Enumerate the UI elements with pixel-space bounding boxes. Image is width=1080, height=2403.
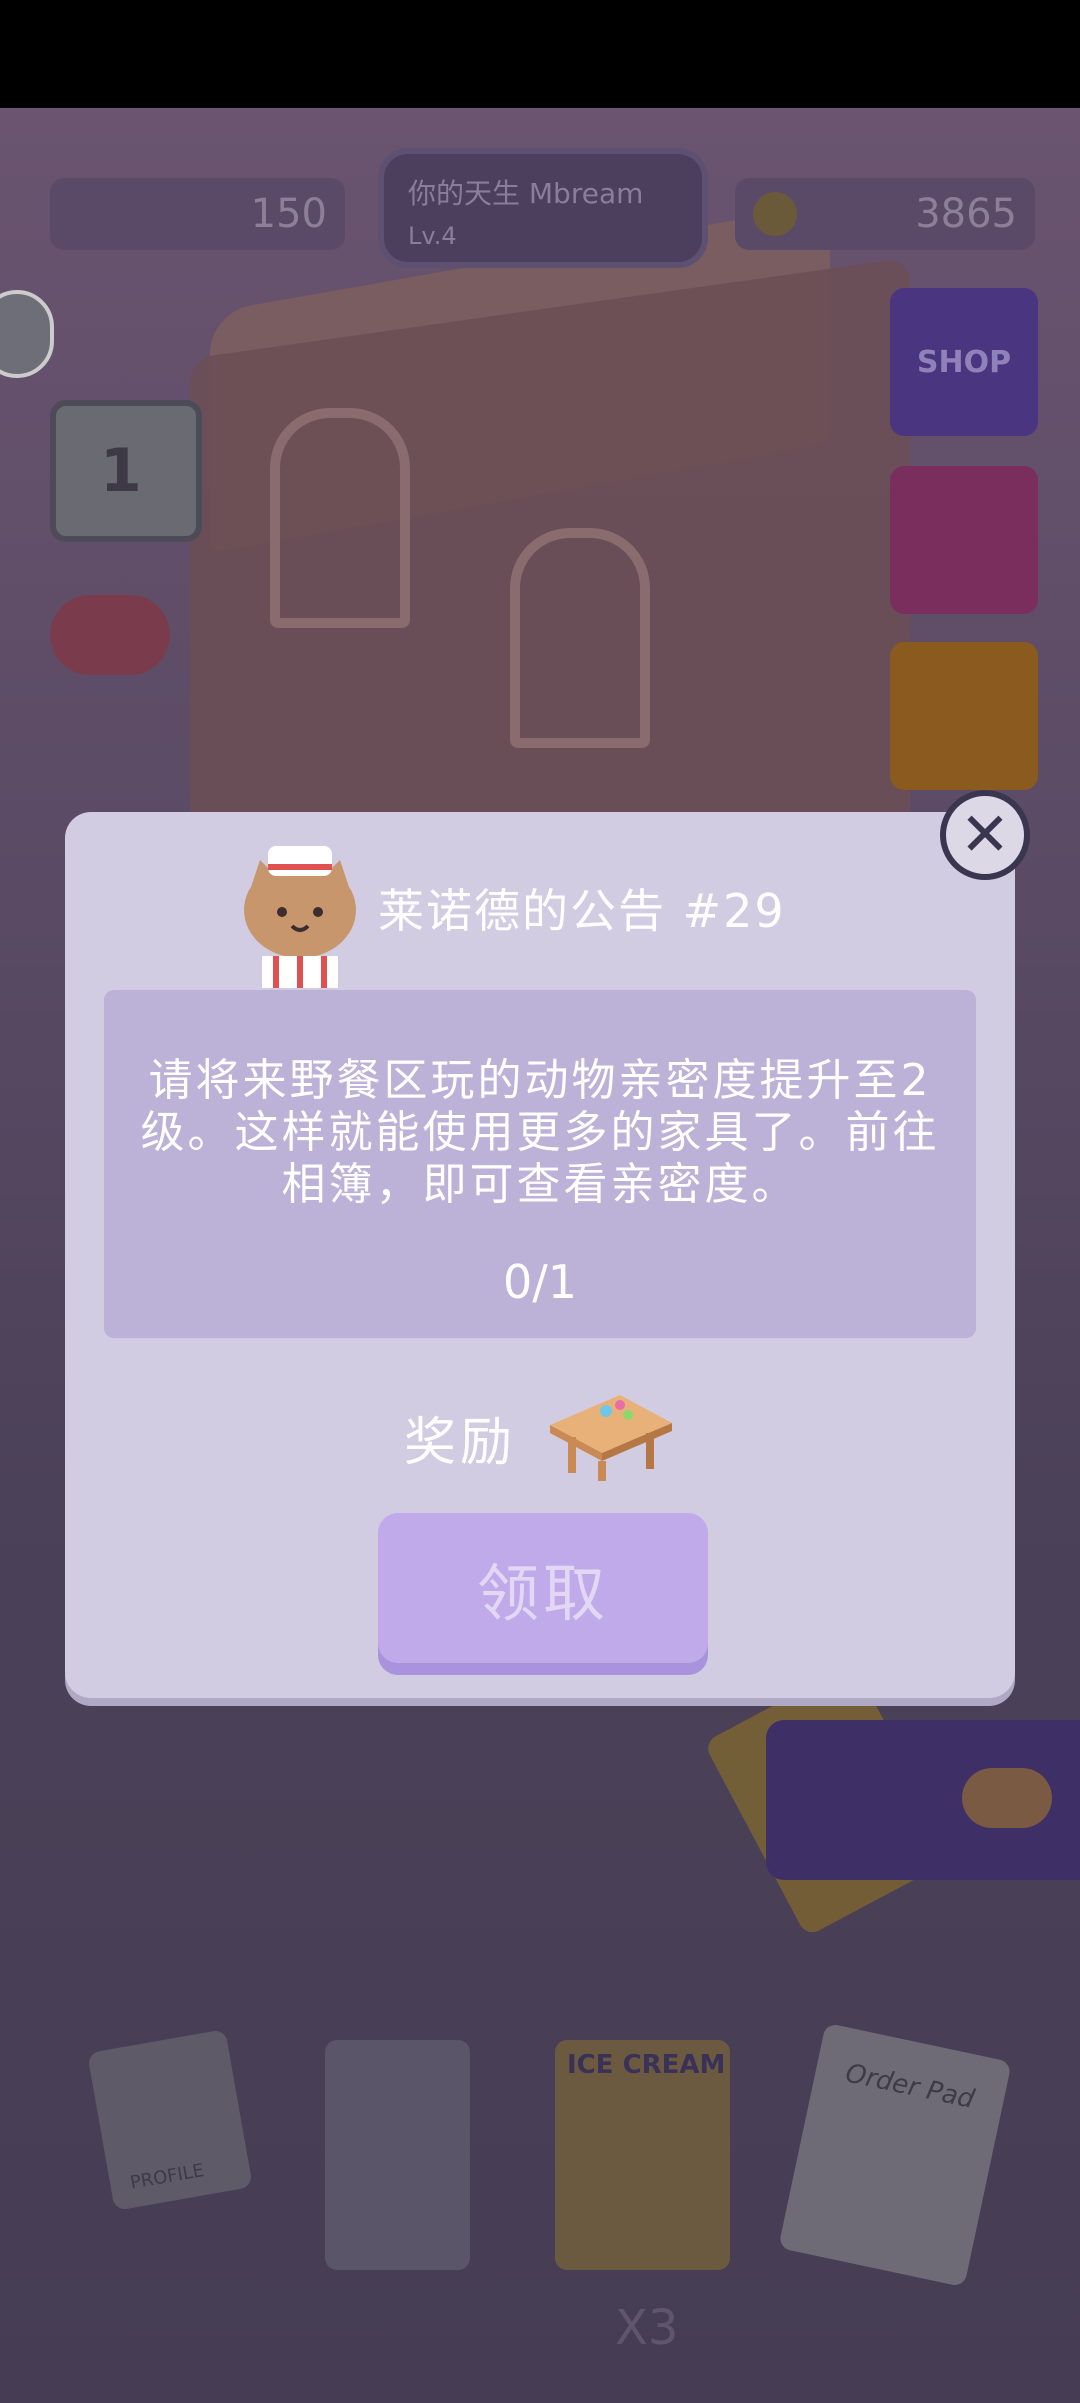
calendar-icon[interactable]: 1 bbox=[50, 400, 202, 542]
order-label: Order Pad bbox=[842, 2058, 977, 2115]
fridge-button[interactable] bbox=[325, 2040, 470, 2270]
reward-label: 奖励 bbox=[404, 1413, 517, 1473]
close-button[interactable]: ✕ bbox=[940, 790, 1030, 880]
picnic-table-icon bbox=[550, 1395, 672, 1481]
shop-button[interactable]: SHOP bbox=[890, 288, 1038, 436]
player-name-plate[interactable]: 你的天生 Mbream Lv.4 bbox=[378, 148, 708, 268]
coin-icon bbox=[753, 192, 797, 236]
coin-count: 3865 bbox=[915, 191, 1017, 237]
profile-label: PROFILE bbox=[128, 2160, 206, 2194]
profile-button[interactable]: PROFILE bbox=[87, 2029, 253, 2211]
shirt-button[interactable] bbox=[890, 642, 1038, 790]
gamepad-icon[interactable] bbox=[50, 595, 170, 675]
treasure-chest-button[interactable] bbox=[890, 466, 1038, 614]
diamond-shop-button[interactable] bbox=[766, 1720, 1080, 1880]
claim-button-label: 领取 bbox=[476, 1557, 609, 1630]
quest-description: 请将来野餐区玩的动物亲密度提升至2级。这样就能使用更多的家具了。前往相簿，即可查… bbox=[140, 1055, 940, 1210]
claim-button[interactable]: 领取 bbox=[378, 1513, 708, 1663]
player-level: Lv.4 bbox=[408, 222, 457, 250]
hud-value: 150 bbox=[250, 191, 327, 237]
coin-bar: 3865 bbox=[735, 178, 1035, 250]
multiplier-label: X3 bbox=[615, 2300, 679, 2356]
hud-value-bar: 150 bbox=[50, 178, 345, 250]
status-bar bbox=[0, 0, 1080, 108]
close-icon: ✕ bbox=[959, 800, 1011, 870]
dialog-title: 莱诺德的公告 #29 bbox=[378, 884, 786, 938]
cat-chef-avatar bbox=[244, 846, 356, 988]
house-window bbox=[270, 408, 410, 628]
house-window bbox=[510, 528, 650, 748]
quest-progress: 0/1 bbox=[502, 1255, 578, 1309]
player-name: 你的天生 Mbream bbox=[408, 177, 644, 210]
calendar-day: 1 bbox=[100, 436, 142, 506]
icecream-menu-button[interactable]: ICE CREAM bbox=[555, 2040, 730, 2270]
shop-label: SHOP bbox=[916, 344, 1012, 380]
icecream-label: ICE CREAM bbox=[567, 2050, 726, 2080]
